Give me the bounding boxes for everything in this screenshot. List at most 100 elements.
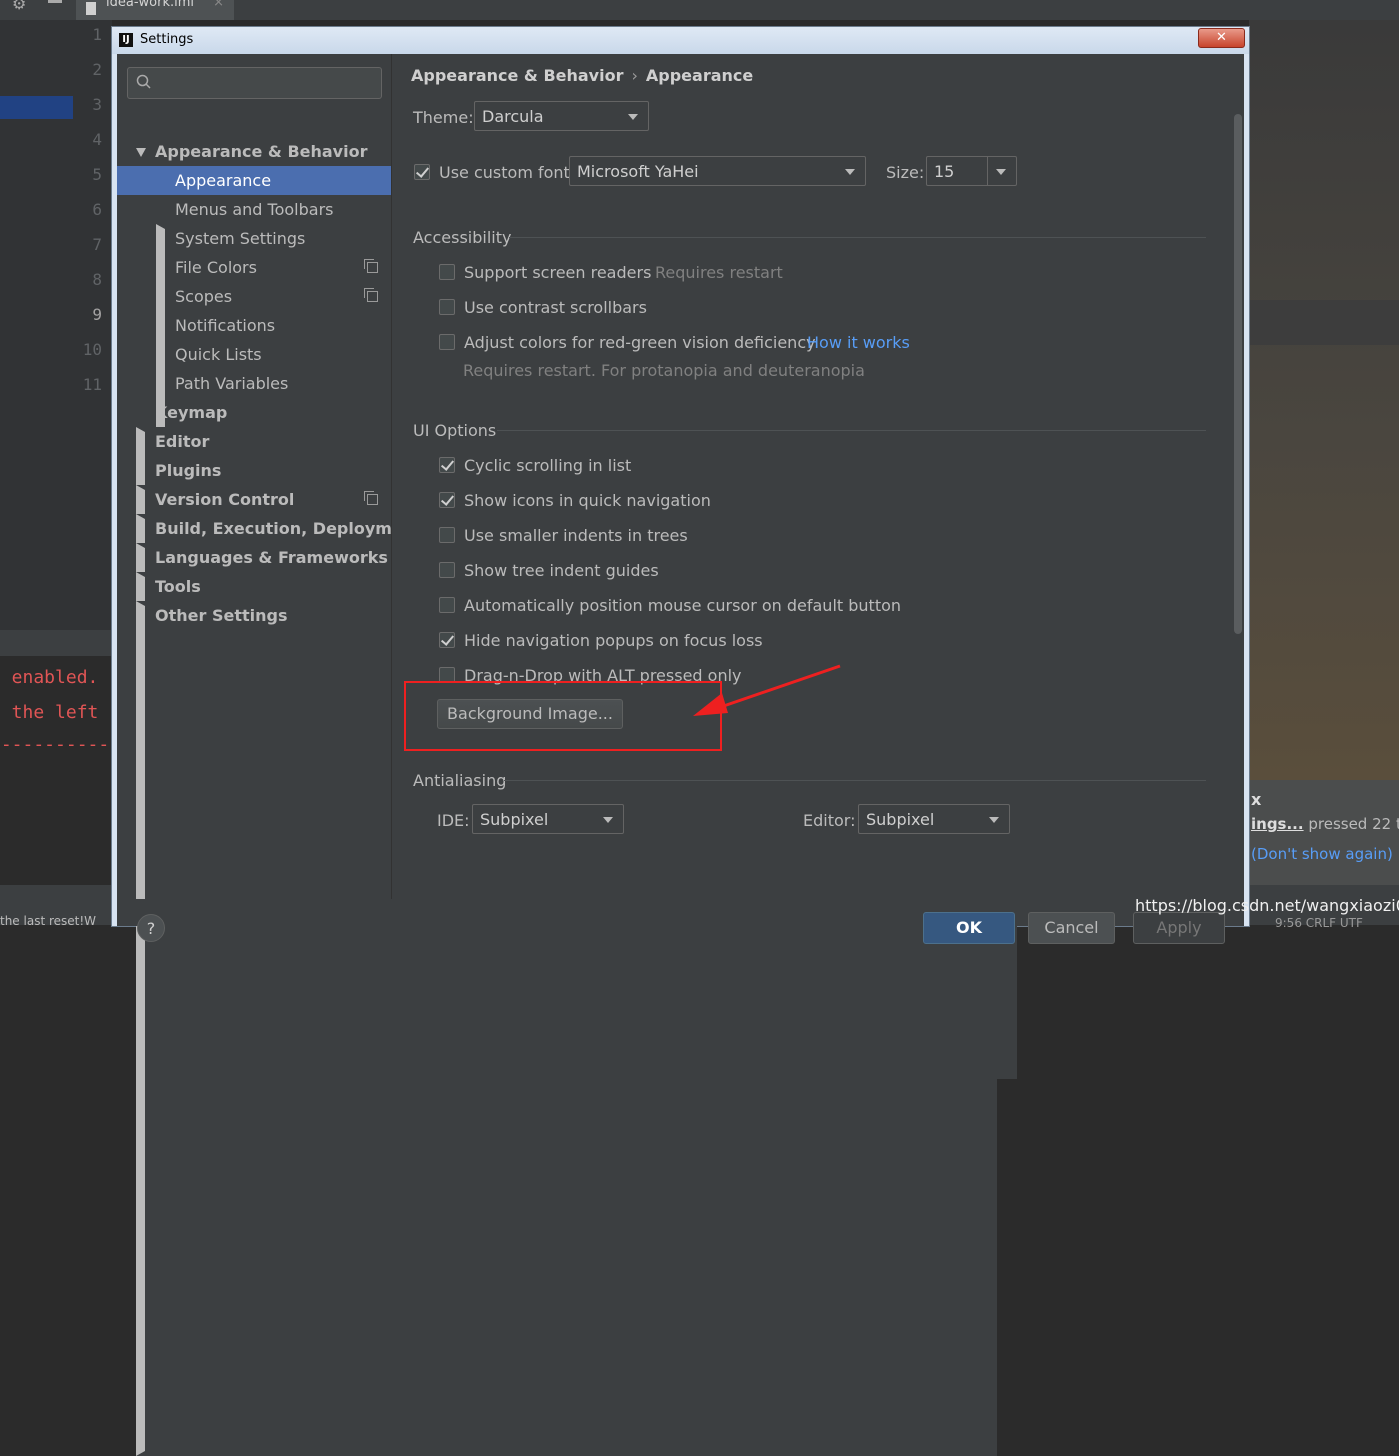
tree-item-keymap[interactable]: Keymap (117, 398, 391, 427)
console-line: n the left (0, 702, 99, 723)
tree-item-label: Editor (155, 432, 210, 451)
search-input[interactable] (127, 67, 382, 99)
ide-antialiasing-dropdown[interactable]: Subpixel (472, 804, 624, 834)
cancel-button[interactable]: Cancel (1028, 912, 1115, 944)
tree-item-file-colors[interactable]: File Colors (117, 253, 391, 282)
tree-item-system-settings[interactable]: System Settings (117, 224, 1017, 1079)
ui-option-label[interactable]: Show tree indent guides (464, 561, 659, 580)
tree-item-other-settings[interactable]: Other Settings (117, 601, 997, 1456)
notification-text: pressed 22 tir (1308, 815, 1399, 833)
close-button[interactable]: ✕ (1198, 28, 1245, 48)
tree-item-label: Other Settings (155, 606, 288, 625)
ui-option-label[interactable]: Use smaller indents in trees (464, 526, 688, 545)
font-size-combo[interactable]: 15 (926, 156, 1017, 186)
dialog-content: Appearance & Behavior Appearance Menus and… (117, 54, 1244, 1456)
line-number: 10 (82, 340, 102, 359)
line-number: 7 (92, 235, 102, 254)
line-number: 2 (92, 60, 102, 79)
notification-link[interactable]: ings... (1251, 815, 1304, 833)
line-number: 8 (92, 270, 102, 289)
red-green-checkbox[interactable] (439, 334, 455, 350)
breadcrumb-parent[interactable]: Appearance & Behavior (411, 66, 623, 85)
font-dropdown[interactable]: Microsoft YaHei (569, 156, 866, 186)
ui-options-section-title: UI Options (413, 421, 497, 440)
console-line: t enabled. (0, 667, 99, 688)
line-number: 6 (92, 200, 102, 219)
ui-option-checkbox[interactable] (439, 562, 455, 578)
screen-readers-label[interactable]: Support screen readers (464, 263, 651, 282)
tree-item-notifications[interactable]: Notifications (117, 311, 391, 340)
breadcrumb-current: Appearance (645, 66, 754, 85)
dialog-title: Settings (140, 32, 194, 47)
custom-font-checkbox[interactable] (414, 164, 430, 180)
tree-item-label: Appearance & Behavior (155, 142, 368, 161)
custom-font-label[interactable]: Use custom font: (439, 163, 575, 182)
tree-item-label: Version Control (155, 490, 295, 509)
tree-item-tools[interactable]: Tools (117, 572, 997, 1427)
chevron-down-icon (845, 169, 855, 175)
tree-item-label: Path Variables (175, 374, 289, 393)
red-green-label[interactable]: Adjust colors for red-green vision defic… (464, 333, 816, 352)
accessibility-section-title: Accessibility (413, 228, 512, 247)
tree-item-scopes[interactable]: Scopes (117, 282, 391, 311)
tree-item-version-control[interactable]: Version Control (117, 485, 997, 1340)
size-label: Size: (886, 163, 925, 182)
breadcrumb: Appearance & Behavior › Appearance (411, 66, 753, 85)
apply-button[interactable]: Apply (1133, 912, 1225, 944)
tree-item-menus-and-toolbars[interactable]: Menus and Toolbars (117, 195, 391, 224)
ui-option-label[interactable]: Show icons in quick navigation (464, 491, 711, 510)
tree-item-plugins[interactable]: Plugins (117, 456, 391, 485)
line-number: 4 (92, 130, 102, 149)
ui-option-checkbox[interactable] (439, 597, 455, 613)
chevron-down-icon (628, 114, 638, 120)
line-number: 1 (92, 25, 102, 44)
chevron-down-icon[interactable] (136, 148, 146, 157)
screen-readers-checkbox[interactable] (439, 264, 455, 280)
ui-option-checkbox[interactable] (439, 457, 455, 473)
font-size-value[interactable]: 15 (934, 162, 954, 181)
annotation-highlight-box (404, 681, 722, 751)
editor-tab-label: idea-work.iml (106, 0, 194, 10)
editor-tab[interactable]: idea-work.iml × (76, 0, 234, 20)
tree-item-label: System Settings (175, 229, 306, 248)
ok-button[interactable]: OK (923, 912, 1015, 944)
ui-option-checkbox[interactable] (439, 527, 455, 543)
tree-item-appearance-behavior[interactable]: Appearance & Behavior (117, 137, 391, 166)
current-line-highlight (0, 96, 73, 119)
ui-option-label[interactable]: Automatically position mouse cursor on d… (464, 596, 901, 615)
ui-option-label[interactable]: Cyclic scrolling in list (464, 456, 631, 475)
scrollbar[interactable] (1234, 114, 1242, 634)
help-button[interactable]: ? (137, 914, 165, 942)
tree-item-label: Menus and Toolbars (175, 200, 334, 219)
tree-item-quick-lists[interactable]: Quick Lists (117, 340, 391, 369)
tree-item-label: Quick Lists (175, 345, 262, 364)
ui-option-checkbox[interactable] (439, 632, 455, 648)
tree-item-path-variables[interactable]: Path Variables (117, 369, 391, 398)
close-tab-icon[interactable]: × (213, 0, 224, 10)
notification-close-icon[interactable]: x (1251, 790, 1261, 809)
tree-item-build-execution-deployment[interactable]: Build, Execution, Deployment (117, 514, 997, 1369)
ui-option-checkbox[interactable] (439, 492, 455, 508)
tree-item-languages-frameworks[interactable]: Languages & Frameworks (117, 543, 997, 1398)
dialog-titlebar[interactable]: IJ Settings ✕ (112, 27, 1249, 54)
notification-balloon: x ings... pressed 22 tir (Don't show aga… (1249, 780, 1399, 885)
editor-antialiasing-label: Editor: (803, 811, 856, 830)
tree-item-editor[interactable]: Editor (117, 427, 997, 1282)
ide-antialiasing-value: Subpixel (480, 810, 549, 829)
tree-item-appearance[interactable]: Appearance (117, 166, 391, 195)
gear-icon[interactable]: ⚙ (12, 0, 26, 13)
theme-dropdown[interactable]: Darcula (474, 101, 649, 131)
contrast-scrollbars-checkbox[interactable] (439, 299, 455, 315)
line-number: 3 (92, 95, 102, 114)
dont-show-again-link[interactable]: (Don't show again) (1251, 845, 1393, 863)
line-number: 9 (92, 305, 102, 324)
settings-dialog: IJ Settings ✕ Appearance & Behavior Appea… (111, 26, 1250, 1456)
ui-option-label[interactable]: Hide navigation popups on focus loss (464, 631, 763, 650)
contrast-scrollbars-label[interactable]: Use contrast scrollbars (464, 298, 647, 317)
how-it-works-link[interactable]: How it works (807, 333, 910, 352)
tree-item-label: Scopes (175, 287, 233, 306)
editor-antialiasing-dropdown[interactable]: Subpixel (858, 804, 1010, 834)
console-panel: t enabled. n the left ----------- (0, 630, 112, 885)
minimize-icon[interactable] (48, 0, 62, 3)
tree-item-label: Keymap (155, 403, 228, 422)
